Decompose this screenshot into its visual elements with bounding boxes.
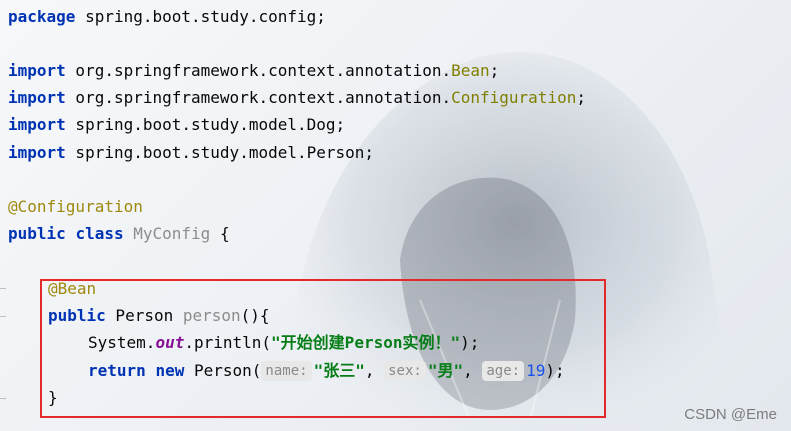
watermark: CSDN @Eme <box>684 406 777 423</box>
package-line: package spring.boot.study.config; <box>8 7 326 26</box>
fold-marker[interactable] <box>0 288 6 289</box>
highlight-annotation-box <box>40 279 606 418</box>
import-line-bean: import org.springframework.context.annot… <box>8 61 500 80</box>
code-editor[interactable]: package spring.boot.study.config; import… <box>0 0 791 431</box>
class-annotation-line: @Configuration <box>8 197 143 216</box>
import-line-dog: import spring.boot.study.model.Dog; <box>8 115 346 134</box>
import-line-configuration: import org.springframework.context.annot… <box>8 88 586 107</box>
fold-marker[interactable] <box>0 316 6 317</box>
fold-marker[interactable] <box>0 398 6 399</box>
import-line-person: import spring.boot.study.model.Person; <box>8 143 375 162</box>
class-declaration-line: public class MyConfig { <box>8 224 230 243</box>
